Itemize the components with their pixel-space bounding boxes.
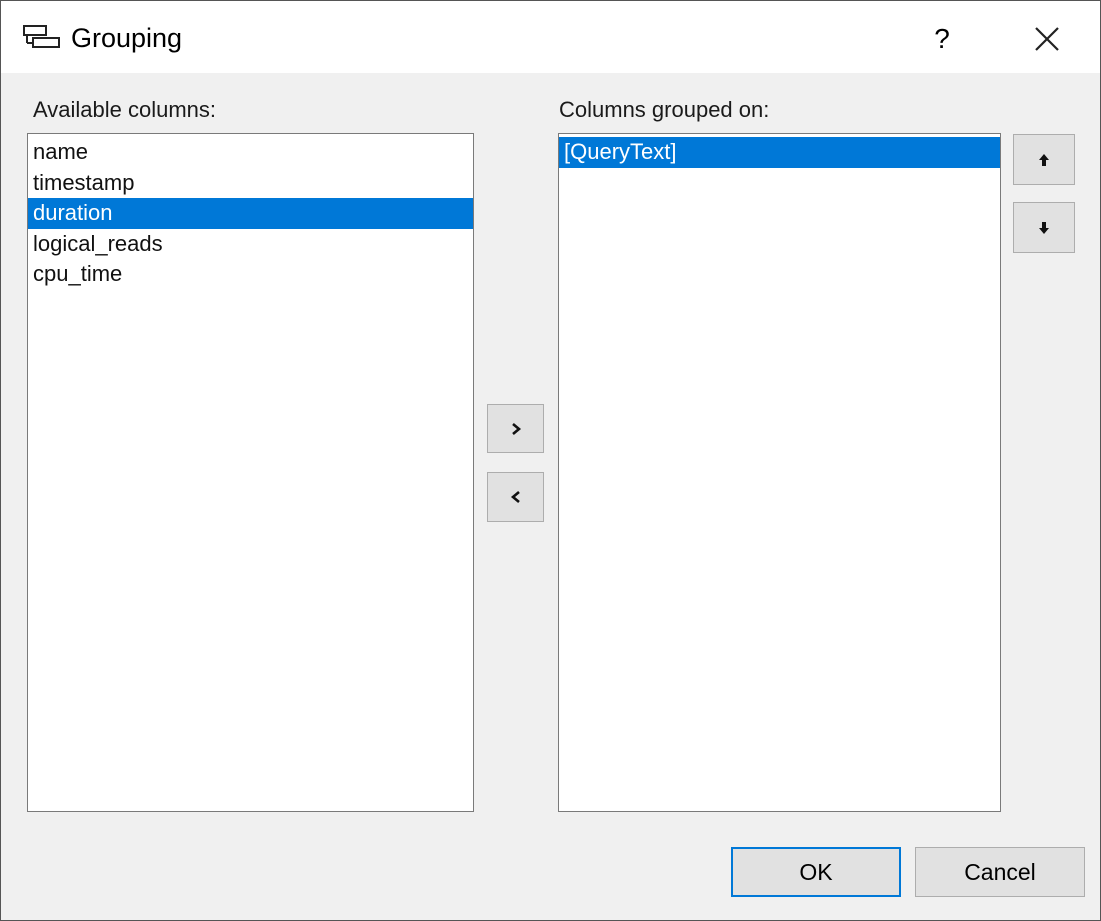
title-bar: Grouping ? [1, 1, 1100, 73]
list-item[interactable]: logical_reads [28, 229, 473, 260]
chevron-right-icon [511, 422, 521, 435]
cancel-button[interactable]: Cancel [915, 847, 1085, 897]
list-item[interactable]: timestamp [28, 168, 473, 199]
list-item[interactable]: [QueryText] [559, 137, 1000, 168]
list-item[interactable]: cpu_time [28, 259, 473, 290]
help-button[interactable]: ? [917, 15, 967, 63]
dialog-title: Grouping [71, 23, 183, 53]
list-item[interactable]: duration [28, 198, 473, 229]
remove-column-button[interactable] [487, 472, 544, 522]
arrow-down-icon [1039, 221, 1049, 234]
close-button[interactable] [1019, 15, 1075, 63]
list-item[interactable]: name [28, 137, 473, 168]
move-down-button[interactable] [1013, 202, 1075, 253]
grouping-icon [23, 25, 61, 53]
grouped-columns-label: Columns grouped on: [559, 97, 770, 122]
available-columns-label: Available columns: [33, 97, 217, 122]
chevron-left-icon [510, 491, 520, 503]
grouped-columns-list[interactable]: [QueryText] [558, 133, 1001, 812]
move-up-button[interactable] [1013, 134, 1075, 185]
add-column-button[interactable] [487, 404, 544, 453]
grouping-dialog: Grouping ? Available columns: name timest… [0, 0, 1101, 921]
ok-button[interactable]: OK [731, 847, 901, 897]
arrow-up-icon [1039, 153, 1049, 166]
close-icon [1019, 27, 1075, 67]
available-columns-list[interactable]: name timestamp duration logical_reads cpu_ti… [27, 133, 474, 812]
